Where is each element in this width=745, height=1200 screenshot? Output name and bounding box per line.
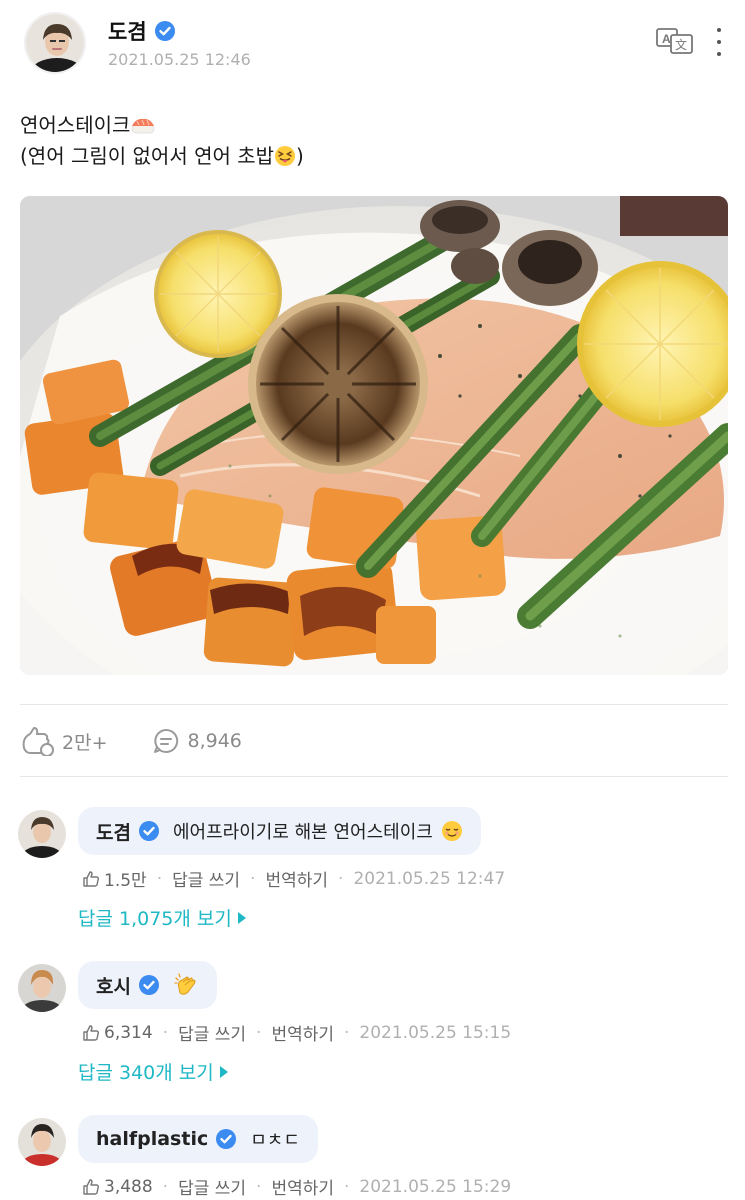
more-vertical-icon — [717, 52, 721, 56]
tongue-out-emoji-icon — [275, 146, 296, 166]
cheer-like-icon — [22, 726, 54, 756]
post-stats: 2만+ 8,946 — [20, 722, 286, 760]
more-vertical-icon — [717, 28, 721, 32]
meta-separator: · — [256, 1176, 262, 1197]
post-text-line-2: (연어 그림이 없어서 연어 초밥 ) — [20, 141, 304, 172]
meta-separator: · — [162, 1022, 169, 1043]
verified-badge-icon — [138, 975, 159, 995]
comment-like-button[interactable]: 3,488 — [82, 1177, 153, 1197]
comment-like-button[interactable]: 6,314 — [82, 1023, 153, 1043]
comment-bubble: halfplastic ㅁㅊㄷ — [78, 1115, 318, 1163]
svg-text:A: A — [662, 32, 671, 46]
reply-button[interactable]: 답글 쓰기 — [178, 1020, 246, 1045]
reply-button[interactable]: 답글 쓰기 — [172, 866, 240, 891]
commenter-name[interactable]: halfplastic — [96, 1128, 208, 1150]
like-count: 2만+ — [62, 731, 108, 754]
comment-avatar[interactable] — [18, 810, 66, 858]
meta-separator: · — [338, 868, 344, 889]
more-vertical-icon — [717, 40, 721, 44]
comment-date: 2021.05.25 15:29 — [359, 1176, 512, 1197]
post-text-close-paren: ) — [296, 144, 304, 168]
post-date: 2021.05.25 12:46 — [108, 50, 251, 69]
translate-icon: A 文 — [656, 28, 693, 54]
comment-date: 2021.05.25 12:47 — [353, 868, 506, 889]
post-body: 연어스테이크 (연어 그림이 없어서 연어 초밥 ) — [20, 110, 304, 172]
comment-avatar[interactable] — [18, 1118, 66, 1166]
comment-like-count: 6,314 — [104, 1022, 153, 1043]
comment-avatar[interactable] — [18, 964, 66, 1012]
sushi-emoji-icon — [132, 118, 155, 134]
comment-like-count: 3,488 — [104, 1176, 153, 1197]
post-photo[interactable] — [20, 196, 728, 675]
divider — [20, 776, 728, 777]
comment-like-count: 1.5만 — [104, 871, 147, 891]
verified-badge-icon — [216, 1129, 237, 1149]
view-replies-link[interactable]: 답글 1,075개 보기 — [78, 904, 246, 931]
view-replies-label: 답글 1,075개 보기 — [78, 908, 232, 930]
divider — [20, 704, 728, 705]
comment-count: 8,946 — [187, 730, 242, 752]
post-header: 도겸 2021.05.25 12:46 A 文 — [20, 10, 725, 80]
comment-text: ㅁㅊㄷ — [250, 1130, 300, 1151]
chevron-right-icon — [219, 1065, 228, 1078]
reply-button[interactable]: 답글 쓰기 — [178, 1174, 246, 1199]
post-text-paren: (연어 그림이 없어서 연어 초밥 — [20, 144, 275, 168]
meta-separator: · — [344, 1022, 350, 1043]
translate-comment-button[interactable]: 번역하기 — [265, 866, 328, 891]
chevron-right-icon — [237, 911, 246, 924]
comment-meta: 1.5만 · 답글 쓰기 · 번역하기 · 2021.05.25 12:47 — [82, 866, 505, 891]
comment-meta: 6,314 · 답글 쓰기 · 번역하기 · 2021.05.25 15:15 — [82, 1020, 511, 1045]
commenter-name[interactable]: 호시 — [96, 972, 131, 999]
meta-separator: · — [162, 1176, 169, 1197]
view-replies-label: 답글 340개 보기 — [78, 1062, 214, 1084]
meta-separator: · — [250, 868, 256, 889]
relieved-emoji-icon — [441, 821, 462, 841]
thumbs-up-icon — [83, 1178, 100, 1195]
salmon-steak-photo — [20, 196, 728, 675]
clapping-hands-emoji-icon — [174, 973, 196, 995]
verified-badge-icon — [154, 21, 175, 41]
like-stat[interactable]: 2만+ — [20, 726, 108, 756]
comment-bubble: 호시 — [78, 961, 217, 1009]
translate-comment-button[interactable]: 번역하기 — [271, 1174, 334, 1199]
more-options-button[interactable] — [712, 22, 726, 62]
translate-comment-button[interactable]: 번역하기 — [271, 1020, 334, 1045]
comment-date: 2021.05.25 15:15 — [359, 1022, 512, 1043]
thumbs-up-icon — [83, 870, 100, 887]
meta-separator: · — [156, 868, 163, 889]
author-name[interactable]: 도겸 — [108, 16, 147, 46]
comment-meta: 3,488 · 답글 쓰기 · 번역하기 · 2021.05.25 15:29 — [82, 1174, 511, 1199]
post-text-title: 연어스테이크 — [20, 113, 131, 137]
comment-bubble-icon — [153, 728, 178, 753]
comment-stat[interactable]: 8,946 — [152, 727, 242, 755]
svg-text:文: 文 — [675, 37, 687, 52]
post-text-line-1: 연어스테이크 — [20, 110, 304, 141]
view-replies-link[interactable]: 답글 340개 보기 — [78, 1058, 228, 1085]
thumbs-up-icon — [83, 1024, 100, 1041]
commenter-name[interactable]: 도겸 — [96, 818, 131, 845]
meta-separator: · — [256, 1022, 262, 1043]
comment-bubble: 도겸 에어프라이기로 해본 연어스테이크 — [78, 807, 481, 855]
comment-like-button[interactable]: 1.5만 — [82, 866, 147, 891]
meta-separator: · — [344, 1176, 350, 1197]
author-name-row[interactable]: 도겸 — [108, 16, 175, 46]
translate-button[interactable]: A 文 — [656, 26, 694, 56]
verified-badge-icon — [138, 821, 159, 841]
author-avatar[interactable] — [24, 12, 86, 74]
comment-text: 에어프라이기로 해본 연어스테이크 — [172, 822, 433, 843]
